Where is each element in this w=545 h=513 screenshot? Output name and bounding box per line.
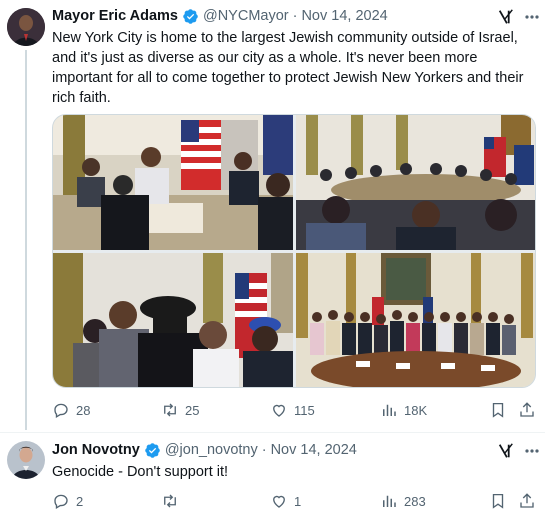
like-icon bbox=[273, 404, 285, 417]
like-count: 1 bbox=[294, 493, 302, 509]
more-icon[interactable] bbox=[525, 15, 539, 19]
author-name[interactable]: Mayor Eric Adams bbox=[52, 7, 178, 25]
views-count: 18K bbox=[404, 402, 428, 418]
repost-count: 25 bbox=[185, 402, 200, 418]
share-button[interactable] bbox=[518, 490, 536, 512]
reply-button[interactable]: 2 bbox=[52, 490, 83, 512]
avatar[interactable] bbox=[7, 8, 45, 46]
tweet-jon-novotny[interactable]: Jon Novotny @jon_novotny · Nov 14, 2024 … bbox=[0, 433, 545, 513]
like-icon bbox=[273, 495, 285, 508]
tweet-header: Jon Novotny @jon_novotny · Nov 14, 2024 bbox=[52, 441, 357, 459]
author-name[interactable]: Jon Novotny bbox=[52, 441, 140, 459]
share-button[interactable] bbox=[518, 399, 536, 421]
bookmark-button[interactable] bbox=[489, 490, 507, 512]
like-button[interactable]: 1 bbox=[270, 490, 301, 512]
photo-group[interactable] bbox=[296, 253, 535, 387]
post-date[interactable]: Nov 14, 2024 bbox=[301, 7, 387, 25]
views-icon bbox=[383, 404, 396, 416]
photo-room-wide[interactable] bbox=[296, 115, 535, 250]
grok-icon[interactable] bbox=[497, 442, 515, 460]
post-date[interactable]: Nov 14, 2024 bbox=[271, 441, 357, 459]
bookmark-button[interactable] bbox=[489, 399, 507, 421]
bookmark-icon bbox=[492, 402, 504, 418]
tweet-text: New York City is home to the largest Jew… bbox=[52, 30, 524, 106]
grok-icon[interactable] bbox=[497, 8, 515, 26]
author-handle[interactable]: @jon_novotny bbox=[165, 441, 258, 459]
verified-badge-icon bbox=[183, 8, 198, 24]
repost-icon bbox=[164, 494, 176, 508]
thread-line bbox=[25, 50, 27, 430]
reply-icon bbox=[54, 494, 68, 510]
reply-button[interactable]: 28 bbox=[52, 399, 90, 421]
views-count: 283 bbox=[404, 493, 426, 509]
media-grid bbox=[52, 114, 536, 388]
repost-button[interactable]: 25 bbox=[161, 399, 199, 421]
tweet-header: Mayor Eric Adams @NYCMayor · Nov 14, 202… bbox=[52, 7, 388, 25]
reply-icon bbox=[54, 403, 68, 419]
repost-icon bbox=[164, 403, 176, 417]
like-count: 115 bbox=[294, 402, 315, 418]
bookmark-icon bbox=[492, 493, 504, 509]
tweet-actions: 28 25 115 18K bbox=[52, 399, 536, 421]
author-handle[interactable]: @NYCMayor bbox=[203, 7, 289, 25]
views-button[interactable]: 283 bbox=[380, 490, 426, 512]
tweet-text: Genocide - Don't support it! bbox=[52, 464, 229, 480]
photo-meeting-table[interactable] bbox=[53, 115, 293, 250]
views-icon bbox=[383, 495, 396, 507]
more-icon[interactable] bbox=[525, 449, 539, 453]
share-icon bbox=[520, 493, 534, 508]
repost-button[interactable] bbox=[161, 490, 185, 512]
views-button[interactable]: 18K bbox=[380, 399, 427, 421]
avatar[interactable] bbox=[7, 441, 45, 479]
share-icon bbox=[520, 402, 534, 417]
separator: · bbox=[261, 442, 267, 458]
tweet-mayor-eric-adams[interactable]: Mayor Eric Adams @NYCMayor · Nov 14, 202… bbox=[0, 0, 545, 430]
reply-count: 2 bbox=[76, 493, 84, 509]
like-button[interactable]: 115 bbox=[270, 399, 315, 421]
reply-count: 28 bbox=[76, 402, 91, 418]
tweet-actions: 2 1 283 bbox=[52, 490, 536, 512]
separator: · bbox=[292, 8, 298, 24]
photo-prayer[interactable] bbox=[53, 253, 293, 387]
verified-badge-icon bbox=[145, 442, 160, 458]
